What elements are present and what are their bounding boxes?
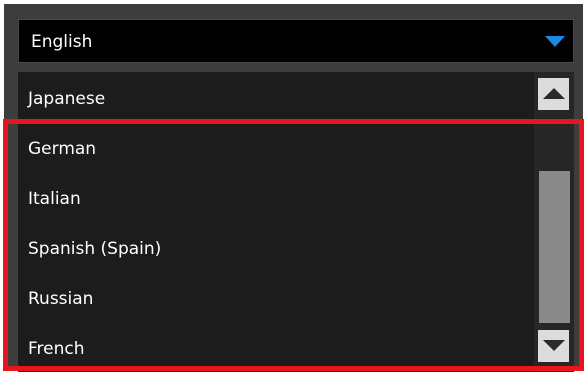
- list-item-spanish-spain[interactable]: Spanish (Spain): [18, 224, 534, 274]
- list-item-japanese[interactable]: Japanese: [18, 74, 534, 124]
- language-select[interactable]: English: [18, 19, 574, 63]
- arrow-down-icon: [543, 340, 565, 351]
- list-item-label: French: [28, 339, 85, 359]
- list-item-italian[interactable]: Italian: [18, 174, 534, 224]
- scrollbar-thumb[interactable]: [539, 171, 570, 323]
- list-item-russian[interactable]: Russian: [18, 274, 534, 324]
- chevron-down-icon[interactable]: [545, 36, 565, 47]
- list-item-label: Russian: [28, 289, 94, 309]
- scroll-down-button[interactable]: [538, 330, 569, 362]
- list-item-german[interactable]: German: [18, 124, 534, 174]
- language-list[interactable]: Japanese German Italian Spanish (Spain) …: [18, 72, 574, 372]
- selected-language: English: [31, 32, 93, 52]
- language-dropdown-panel: English Japanese German Italian Spanish …: [4, 4, 583, 372]
- scroll-up-button[interactable]: [538, 78, 569, 110]
- arrow-up-icon: [543, 88, 565, 99]
- list-item-french[interactable]: French: [18, 324, 534, 374]
- list-item-label: Japanese: [28, 89, 106, 109]
- scrollbar[interactable]: [534, 72, 574, 372]
- list-item-label: Spanish (Spain): [28, 239, 162, 259]
- list-item-label: Italian: [28, 189, 81, 209]
- list-item-label: German: [28, 139, 97, 159]
